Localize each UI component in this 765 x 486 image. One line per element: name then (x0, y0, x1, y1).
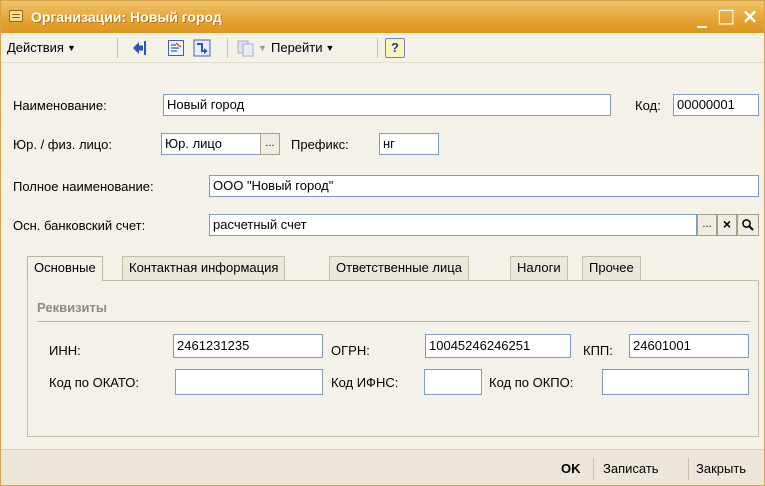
close-button[interactable]: Закрыть (696, 459, 746, 479)
save-button[interactable]: Записать (603, 459, 659, 479)
inn-field[interactable]: 2461231235 (173, 334, 323, 358)
based-on-icon (237, 40, 254, 57)
code-label: Код: (635, 98, 661, 113)
toolbar-separator (227, 38, 228, 58)
form-icon (9, 10, 23, 22)
maximize-button[interactable]: □ (715, 5, 737, 27)
full-name-field[interactable]: ООО "Новый город" (209, 175, 759, 197)
goto-menu[interactable]: Перейти ▼ (271, 39, 334, 57)
okpo-field[interactable] (602, 369, 749, 395)
bank-account-label: Осн. банковский счет: (13, 218, 146, 233)
tab-main[interactable]: Основные (27, 256, 103, 281)
window-title: Организации: Новый город (31, 9, 222, 25)
bank-account-select-button[interactable]: ... (697, 214, 717, 236)
toolbar-separator (117, 38, 118, 58)
ifns-label: Код ИФНС: (331, 375, 399, 390)
okato-field[interactable] (175, 369, 323, 395)
full-name-label: Полное наименование: (13, 179, 154, 194)
prefix-field[interactable]: нг (379, 133, 439, 155)
legal-type-select-button[interactable]: ... (260, 133, 280, 155)
ifns-field[interactable] (424, 369, 482, 395)
requisites-section-title: Реквизиты (37, 300, 107, 315)
ogrn-field[interactable]: 10045246246251 (425, 334, 571, 358)
name-label: Наименование: (13, 98, 107, 113)
actions-menu[interactable]: Действия ▼ (7, 39, 76, 57)
based-on-dropdown-icon: ▼ (258, 43, 267, 53)
kpp-field[interactable]: 24601001 (629, 334, 749, 358)
minimize-button[interactable]: _ (691, 5, 713, 27)
name-field[interactable]: Новый город (163, 94, 611, 116)
bank-account-clear-button[interactable]: × (717, 214, 737, 236)
chevron-down-icon: ▼ (66, 43, 76, 53)
inn-label: ИНН: (49, 343, 81, 358)
chevron-down-icon: ▼ (325, 43, 335, 53)
ogrn-label: ОГРН: (331, 343, 370, 358)
close-window-button[interactable]: × (739, 5, 761, 27)
kpp-label: КПП: (583, 343, 613, 358)
document-structure-icon[interactable] (167, 39, 185, 57)
hierarchy-icon[interactable] (193, 39, 211, 57)
tab-responsible-persons[interactable]: Ответственные лица (329, 256, 469, 280)
title-bar[interactable]: Организации: Новый город _ □ × (1, 1, 764, 33)
tab-panel-main (27, 280, 759, 437)
toolbar: Действия ▼ ▼ Перейти ▼ ? (1, 33, 764, 63)
help-button[interactable]: ? (385, 38, 405, 58)
organization-window: Организации: Новый город _ □ × Действия ▼… (0, 0, 765, 486)
okato-label: Код по ОКАТО: (49, 375, 140, 390)
move-left-icon[interactable] (131, 39, 149, 57)
footer-separator (688, 458, 689, 480)
section-divider (37, 321, 750, 322)
tab-contact-info[interactable]: Контактная информация (122, 256, 286, 280)
tab-taxes[interactable]: Налоги (510, 256, 568, 280)
prefix-label: Префикс: (291, 137, 349, 152)
tab-other[interactable]: Прочее (582, 256, 641, 280)
goto-menu-label: Перейти (271, 40, 323, 55)
legal-type-label: Юр. / физ. лицо: (13, 137, 112, 152)
legal-type-field[interactable]: Юр. лицо (161, 133, 261, 155)
footer-separator (593, 458, 594, 480)
code-field[interactable]: 00000001 (673, 94, 759, 116)
bank-account-field[interactable]: расчетный счет (209, 214, 697, 236)
okpo-label: Код по ОКПО: (489, 375, 574, 390)
actions-menu-label: Действия (7, 40, 64, 55)
footer-bar: OK Записать Закрыть (1, 449, 764, 485)
magnifier-icon (742, 219, 754, 231)
bank-account-open-button[interactable] (737, 214, 759, 236)
ok-button[interactable]: OK (561, 459, 581, 479)
toolbar-separator (377, 38, 378, 58)
